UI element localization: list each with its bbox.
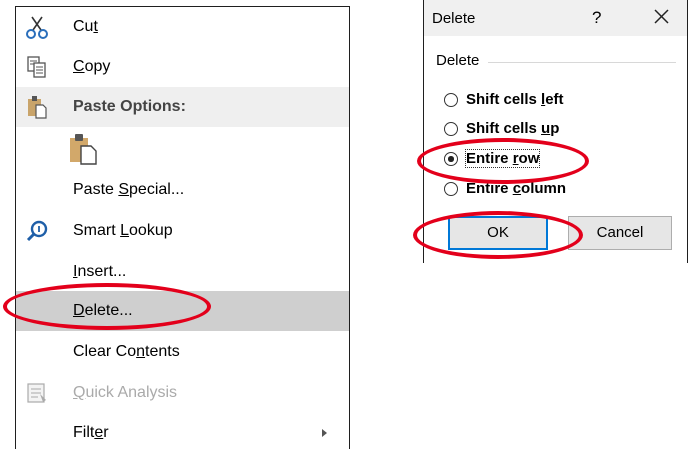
annotation-oval-delete: [3, 283, 211, 330]
paste-option-row: [16, 127, 349, 169]
menu-item-quick-analysis: Quick Analysis: [16, 373, 349, 413]
help-button[interactable]: ?: [592, 8, 601, 28]
clear-contents-label: Clear Contents: [73, 343, 180, 360]
quick-analysis-label: Quick Analysis: [73, 384, 178, 401]
close-icon[interactable]: [651, 6, 673, 28]
smart-lookup-label: Smart Lookup: [73, 222, 173, 239]
radio-button[interactable]: [444, 93, 458, 107]
copy-label: Copy: [73, 58, 111, 75]
cancel-button[interactable]: Cancel: [568, 216, 672, 250]
paste-special-label: Paste Special...: [73, 181, 185, 198]
group-label: Delete: [436, 52, 480, 69]
annotation-oval-ok: [413, 211, 583, 259]
smart-lookup-icon: [24, 218, 50, 244]
menu-item-filter[interactable]: Filter: [16, 413, 349, 453]
dialog-title: Delete: [432, 10, 476, 27]
radio-button[interactable]: [444, 182, 458, 196]
option-label: Shift cells left: [466, 91, 564, 108]
menu-item-paste-special[interactable]: Paste Special...: [16, 170, 349, 210]
scissors-icon: [24, 14, 50, 40]
quick-analysis-icon: [24, 380, 50, 406]
filter-label: Filter: [73, 424, 109, 441]
group-divider: [488, 62, 676, 63]
paste-options-header: Paste Options:: [16, 87, 349, 127]
context-menu: Cut Copy Paste Options: Paste Special...…: [15, 6, 350, 449]
menu-item-smart-lookup[interactable]: Smart Lookup: [16, 211, 349, 251]
paste-clipboard-icon[interactable]: [66, 131, 100, 165]
menu-item-cut[interactable]: Cut: [16, 7, 349, 47]
option-label: Shift cells up: [466, 120, 560, 137]
annotation-oval-entire-row: [417, 138, 589, 184]
radio-button[interactable]: [444, 122, 458, 136]
menu-item-clear-contents[interactable]: Clear Contents: [16, 332, 349, 372]
insert-label: Insert...: [73, 263, 127, 280]
paste-options-label: Paste Options:: [73, 98, 186, 115]
menu-item-copy[interactable]: Copy: [16, 47, 349, 87]
cut-label: Cut: [73, 18, 98, 35]
copy-icon: [24, 54, 50, 80]
clipboard-icon: [24, 94, 50, 120]
submenu-arrow-icon: [322, 429, 327, 437]
